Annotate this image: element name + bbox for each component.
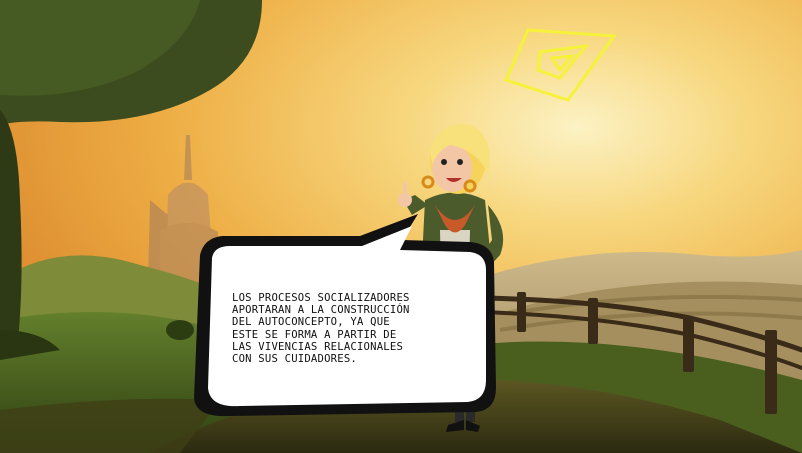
bubble-line: ESTE SE FORMA A PARTIR DE [232,328,397,341]
speech-bubble-text: LOS PROCESOS SOCIALIZADORES APORTARAN A … [232,292,472,365]
bubble-line: APORTARAN A LA CONSTRUCCIÓN [232,304,410,317]
bush [166,320,194,340]
bubble-line: CON SUS CUIDADORES. [232,353,357,366]
bubble-line: LOS PROCESOS SOCIALIZADORES [232,292,410,304]
bubble-line: DEL AUTOCONCEPTO, YA QUE [232,316,390,329]
bubble-line: LAS VIVENCIAS RELACIONALES [232,340,404,353]
scene-background [0,0,802,453]
animation-scene: LOS PROCESOS SOCIALIZADORES APORTARAN A … [0,0,802,453]
